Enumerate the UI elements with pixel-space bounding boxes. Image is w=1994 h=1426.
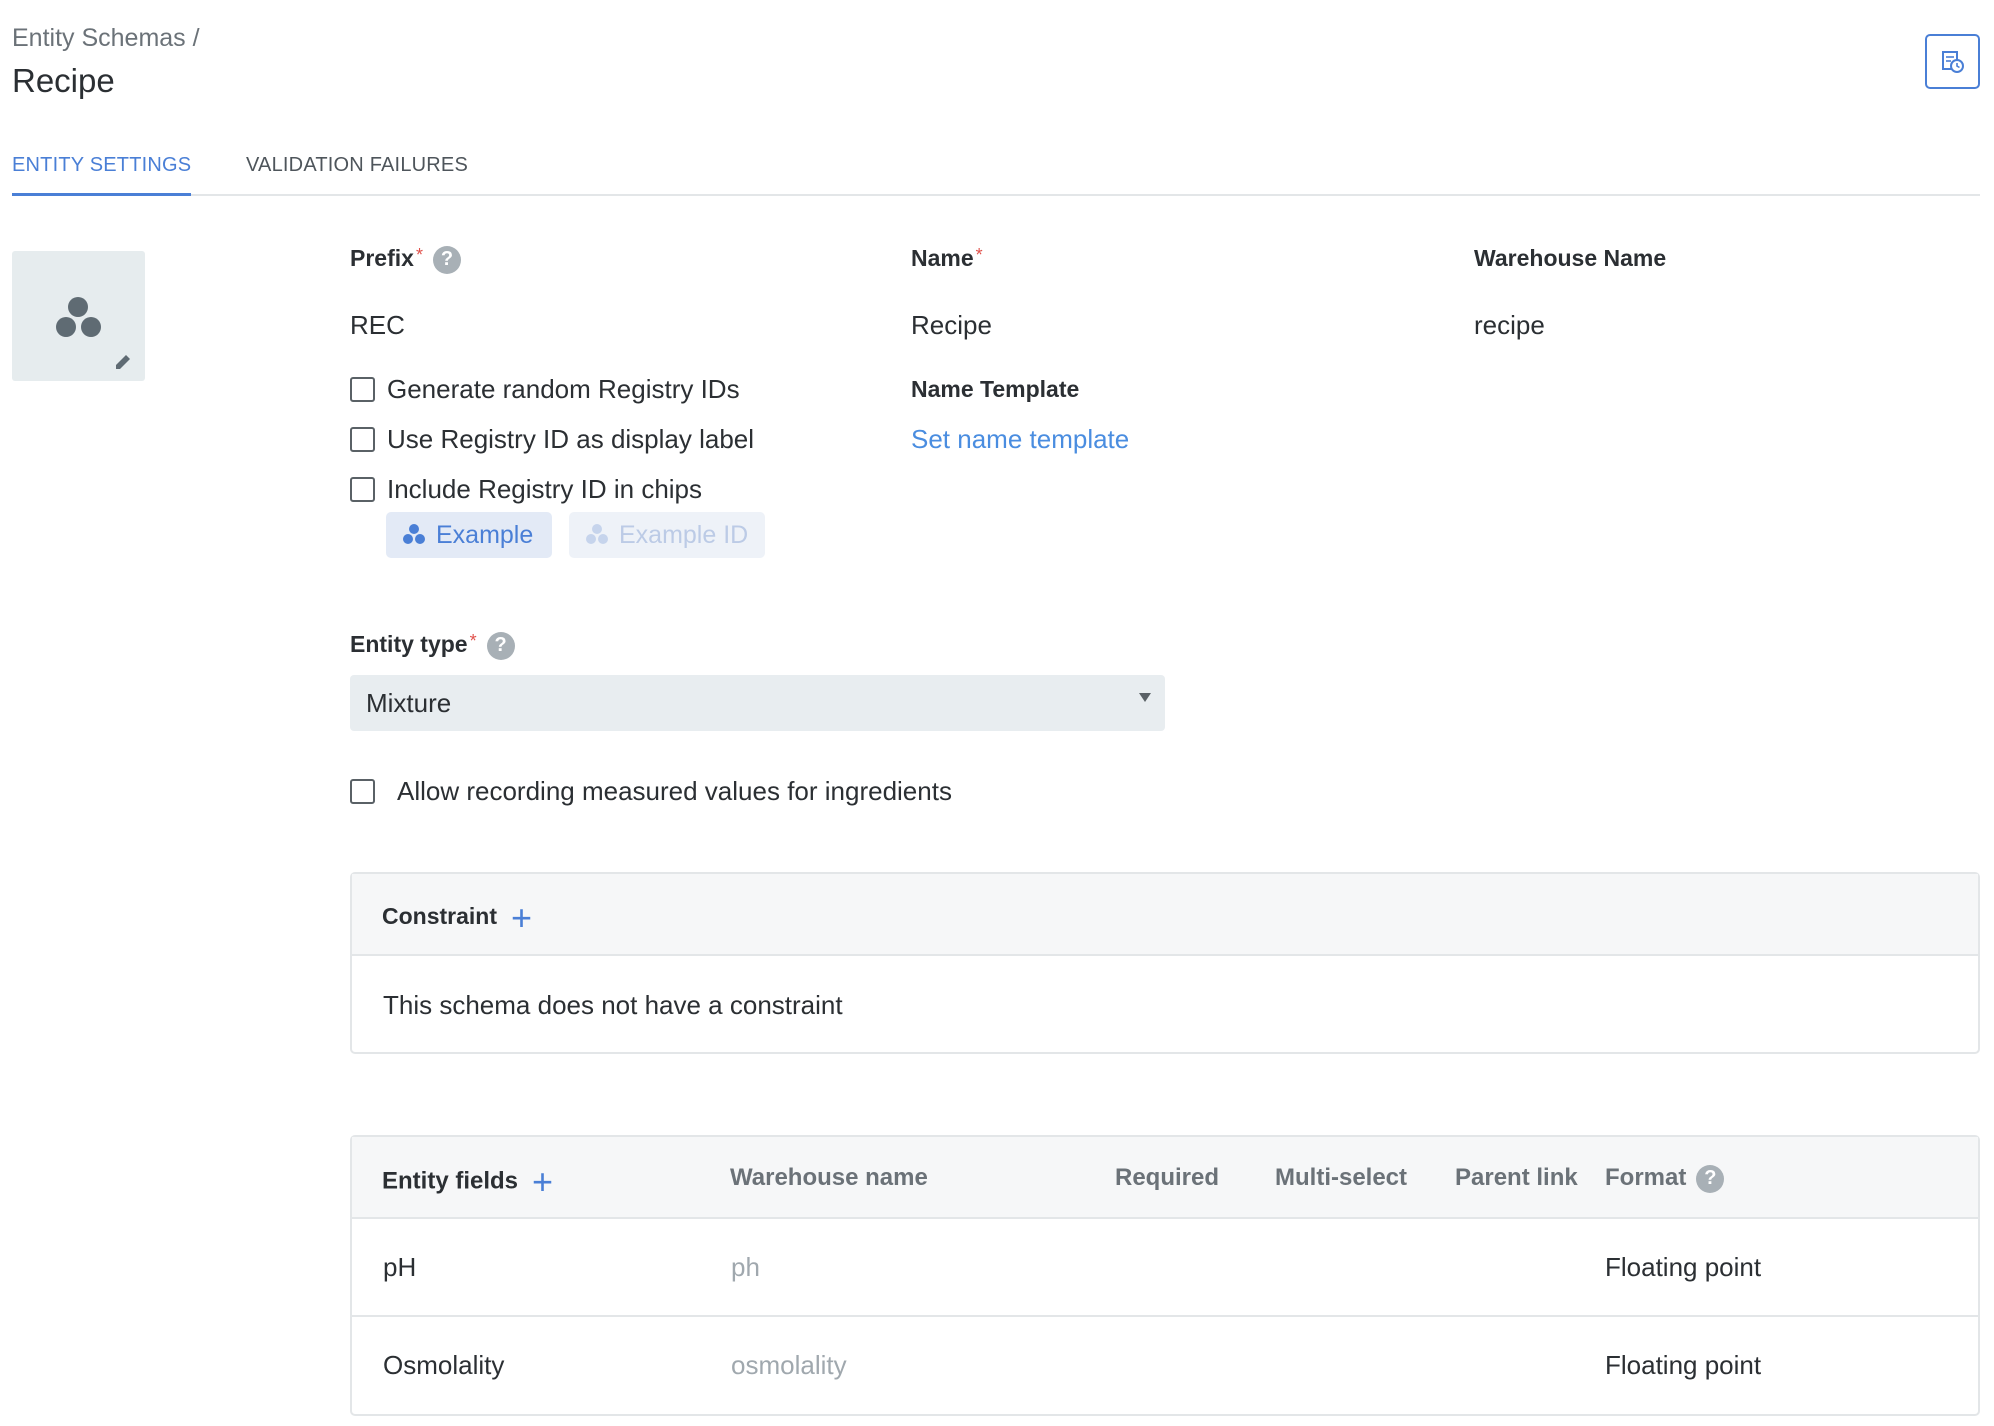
column-header-entity-fields: Entity fields + bbox=[382, 1161, 554, 1202]
name-label: Name * bbox=[911, 245, 983, 271]
example-chip-label: Example bbox=[436, 520, 534, 549]
required-mark: * bbox=[975, 245, 983, 265]
schema-dots-icon-right bbox=[81, 317, 101, 337]
entity-type-value: Mixture bbox=[366, 687, 452, 718]
table-header: Entity fields + Warehouse name Required M… bbox=[352, 1137, 1978, 1219]
registry-id-display-checkbox[interactable] bbox=[350, 427, 375, 452]
constraint-panel: Constraint + This schema does not have a … bbox=[350, 872, 1980, 1054]
required-mark: * bbox=[469, 631, 477, 651]
tab-bar: ENTITY SETTINGS VALIDATION FAILURES bbox=[12, 148, 1980, 196]
add-constraint-icon[interactable]: + bbox=[511, 900, 532, 936]
schema-dots-icon-left bbox=[56, 317, 76, 337]
checkbox-label: Use Registry ID as display label bbox=[387, 424, 755, 454]
column-header-warehouse-name: Warehouse name bbox=[730, 1164, 928, 1191]
entity-dots-icon bbox=[402, 524, 426, 546]
generate-random-ids-checkbox[interactable] bbox=[350, 377, 375, 402]
prefix-label: Prefix *? bbox=[350, 245, 461, 274]
registry-id-chips-option[interactable]: Include Registry ID in chips bbox=[350, 474, 702, 505]
generate-random-ids-option[interactable]: Generate random Registry IDs bbox=[350, 374, 740, 405]
tab-entity-settings[interactable]: ENTITY SETTINGS bbox=[12, 154, 192, 196]
checkbox-label: Allow recording measured values for ingr… bbox=[397, 776, 952, 806]
prefix-value: REC bbox=[350, 310, 405, 340]
set-name-template-link[interactable]: Set name template bbox=[911, 424, 1129, 455]
entity-fields-table: Entity fields + Warehouse name Required M… bbox=[350, 1135, 1980, 1416]
pencil-icon[interactable] bbox=[112, 351, 134, 373]
schema-icon-editor[interactable] bbox=[12, 251, 145, 381]
column-header-format: Format? bbox=[1605, 1164, 1725, 1193]
entity-type-select[interactable]: Mixture bbox=[350, 675, 1165, 731]
tab-validation-failures[interactable]: VALIDATION FAILURES bbox=[246, 154, 468, 196]
constraint-header: Constraint + bbox=[352, 874, 1978, 956]
required-mark: * bbox=[415, 245, 423, 265]
help-icon[interactable]: ? bbox=[1696, 1164, 1725, 1193]
caret-down-icon bbox=[1139, 693, 1151, 702]
allow-measured-values-option[interactable]: Allow recording measured values for ingr… bbox=[350, 776, 952, 807]
name-template-label: Name Template bbox=[911, 376, 1080, 402]
field-warehouse-name: osmolality bbox=[731, 1350, 847, 1380]
entity-dots-icon bbox=[585, 524, 609, 546]
schema-dots-icon bbox=[68, 297, 88, 317]
field-format: Floating point bbox=[1605, 1350, 1762, 1380]
help-icon[interactable]: ? bbox=[486, 631, 515, 660]
constraint-empty-text: This schema does not have a constraint bbox=[383, 990, 843, 1020]
page-title: Recipe bbox=[12, 62, 115, 99]
table-row[interactable]: pH ph Floating point bbox=[352, 1219, 1978, 1317]
warehouse-name-value: recipe bbox=[1474, 310, 1545, 340]
allow-measured-values-checkbox[interactable] bbox=[350, 779, 375, 804]
table-row[interactable]: Osmolality osmolality Floating point bbox=[352, 1317, 1978, 1415]
constraint-title: Constraint bbox=[382, 903, 497, 930]
column-header-required: Required bbox=[1115, 1164, 1220, 1191]
name-value: Recipe bbox=[911, 310, 992, 340]
example-id-chip: Example ID bbox=[569, 512, 765, 558]
registry-id-display-option[interactable]: Use Registry ID as display label bbox=[350, 424, 754, 455]
checkbox-label: Include Registry ID in chips bbox=[387, 474, 703, 504]
column-header-parent-link: Parent link bbox=[1455, 1164, 1578, 1191]
breadcrumb[interactable]: Entity Schemas / bbox=[12, 24, 200, 53]
field-warehouse-name: ph bbox=[731, 1252, 760, 1282]
field-name: Osmolality bbox=[383, 1350, 505, 1380]
example-chip: Example bbox=[386, 512, 552, 558]
registry-id-chips-checkbox[interactable] bbox=[350, 477, 375, 502]
example-id-chip-label: Example ID bbox=[619, 520, 749, 549]
history-icon bbox=[1941, 50, 1964, 73]
entity-type-label: Entity type *? bbox=[350, 631, 515, 660]
field-format: Floating point bbox=[1605, 1252, 1762, 1282]
history-button[interactable] bbox=[1925, 34, 1980, 89]
column-header-multi-select: Multi-select bbox=[1275, 1164, 1408, 1191]
add-field-icon[interactable]: + bbox=[532, 1164, 553, 1200]
help-icon[interactable]: ? bbox=[432, 245, 461, 274]
checkbox-label: Generate random Registry IDs bbox=[387, 374, 740, 404]
warehouse-name-label: Warehouse Name bbox=[1474, 245, 1667, 271]
field-name: pH bbox=[383, 1252, 417, 1282]
